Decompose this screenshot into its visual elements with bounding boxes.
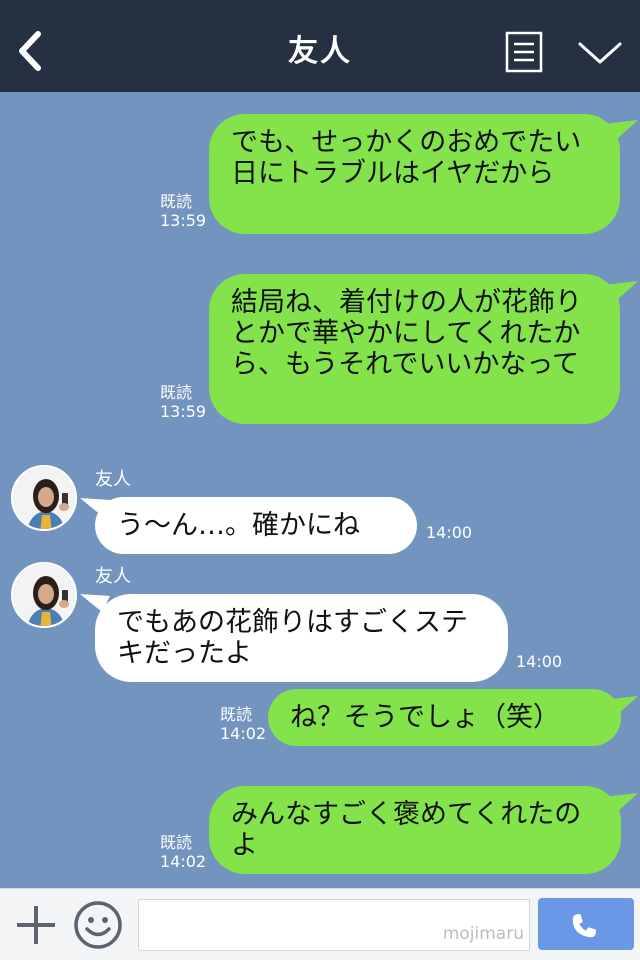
phone-icon <box>572 914 596 938</box>
collapse-button[interactable] <box>576 38 624 68</box>
chat-log[interactable]: 既読 13:59 でも、せっかくのおめでたい日にトラブルはイヤだから 既読 13… <box>0 92 640 888</box>
incoming-message-bubble[interactable]: う〜ん…。確かにね <box>95 497 417 554</box>
smiley-icon <box>74 901 122 949</box>
outgoing-message-bubble[interactable]: みんなすごく褒めてくれたのよ <box>209 786 621 874</box>
outgoing-message-bubble[interactable]: ね？そうでしょ（笑） <box>268 689 621 746</box>
sender-name: 友人 <box>95 469 131 490</box>
outgoing-message-bubble[interactable]: 結局ね、着付けの人が花飾りとかで華やかにしてくれたから、もうそれでいいかなって <box>209 274 620 424</box>
read-receipt: 既読 <box>160 383 193 402</box>
incoming-message-bubble[interactable]: でもあの花飾りはすごくステキだったよ <box>95 594 508 682</box>
sender-name: 友人 <box>95 566 131 587</box>
outgoing-message-bubble[interactable]: でも、せっかくのおめでたい日にトラブルはイヤだから <box>209 114 620 234</box>
message-meta: 既読 14:02 <box>160 833 206 871</box>
avatar[interactable] <box>11 562 77 628</box>
back-button[interactable] <box>14 30 46 72</box>
notes-list-icon <box>505 31 543 73</box>
emoji-button[interactable] <box>73 900 123 950</box>
chat-header: 友人 <box>0 0 640 92</box>
friend-avatar-image <box>13 564 75 626</box>
message-input[interactable] <box>138 899 530 951</box>
call-button[interactable] <box>538 898 634 950</box>
add-attachment-button[interactable] <box>14 903 58 947</box>
message-time: 14:02 <box>160 852 207 871</box>
friend-avatar-image <box>13 467 75 529</box>
message-time: 14:02 <box>220 724 267 743</box>
chat-title: 友人 <box>288 34 352 69</box>
message-time: 14:00 <box>426 523 473 542</box>
read-receipt: 既読 <box>220 705 253 724</box>
message-meta: 既読 14:02 <box>220 705 266 743</box>
input-bar: mojimaru <box>0 888 640 960</box>
read-receipt: 既読 <box>160 192 193 211</box>
read-receipt: 既読 <box>160 833 193 852</box>
message-meta: 既読 13:59 <box>160 192 206 230</box>
message-time: 13:59 <box>160 211 207 230</box>
notes-menu-button[interactable] <box>505 31 543 73</box>
avatar[interactable] <box>11 465 77 531</box>
message-time: 13:59 <box>160 402 207 421</box>
message-time: 14:00 <box>516 652 563 671</box>
chevron-left-icon <box>19 31 41 71</box>
message-meta: 既読 13:59 <box>160 383 206 421</box>
chevron-down-icon <box>578 42 622 64</box>
plus-icon <box>17 906 55 944</box>
